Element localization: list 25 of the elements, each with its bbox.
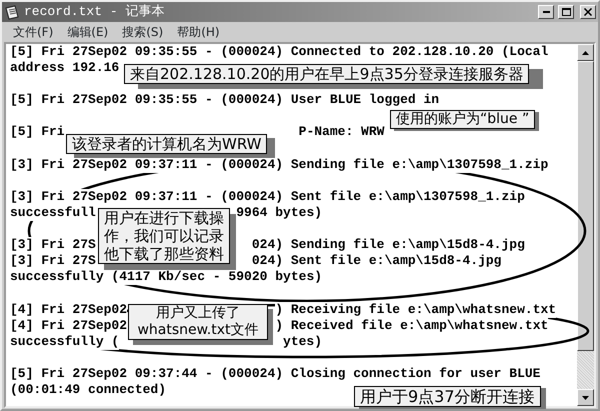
log-text: 024) Sending file e:\amp\15d8-4.jpg [252,237,525,254]
log-text: [5] Fri [10,124,65,141]
log-text: [4] Fri 27Sep02 [10,318,128,334]
log-text: [3] Fri 27S [10,253,96,270]
log-text: [5] Fri 27Sep02 09:35:55 - (000024) Connected to 202.128.10.20 (Local [10,44,548,60]
log-text: ) Receiving file e:\amp\whatsnew.txt [275,302,556,318]
log-text: 024) Sent file e:\amp\15d8-4.jpg [252,253,502,270]
log-text: successfully ( [10,334,120,350]
log-text: [3] Fri 27S [10,237,96,254]
menu-item[interactable]: 文件(F) [6,23,60,41]
log-text: [5] Fri 27Sep02 09:37:44 - (000024) Closing connection for user BLUE [10,366,540,382]
menu-item[interactable]: 搜索(S) [115,23,170,41]
log-text: ) Received file e:\amp\whatsnew.txt [275,318,548,334]
log-text: 9964 bytes) [236,204,322,222]
log-text: ytes) [283,334,322,350]
log-text: (00:01:49 connected) [10,382,166,398]
log-text: [5] Fri 27Sep02 09:35:55 - (000024) User BLUE logged in [10,92,440,108]
log-text: [3] Fri 27Sep02 09:37:11 - (000024) Sent file e:\amp\1307598_1.zip [10,188,525,205]
log-text: [3] Fri 27Sep02 09:37:11 - (000024) Sending file e:\amp\1307598_1.zip [10,156,548,173]
menu-item[interactable]: 帮助(H) [170,23,227,41]
log-text: successfull [10,204,96,222]
menu-item[interactable]: 编辑(E) [60,23,116,41]
log-text: successfully (4117 Kb/sec - 59020 bytes) [10,269,322,286]
window-title: record.txt - 记事本 [24,3,166,22]
log-text: [4] Fri 27Sep02 [10,302,128,318]
